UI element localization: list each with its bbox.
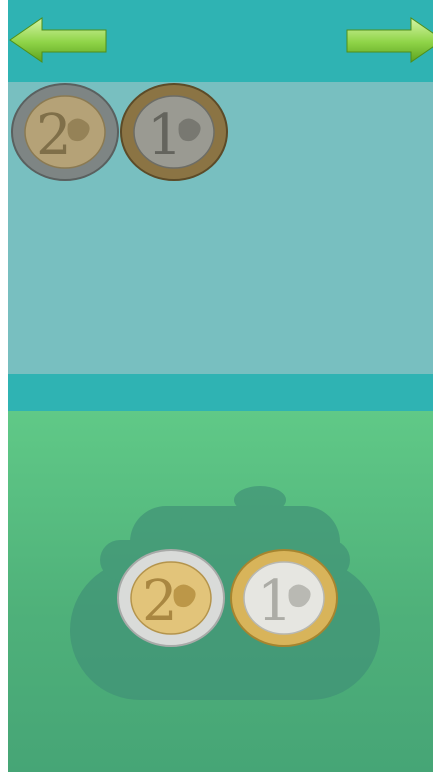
wallet-coin-2-euro[interactable]: 2 2 [116,548,226,652]
two-euro-coin-icon: 2 [117,549,225,647]
tray-coin-1-euro[interactable]: 1 1 [119,82,229,186]
tray-coin-2-euro[interactable]: 2 2 [10,82,120,186]
arrow-right-icon [346,17,433,63]
svg-text:1: 1 [257,569,293,634]
svg-text:2: 2 [36,103,72,168]
divider-band [8,374,433,411]
one-euro-coin-icon: 1 [120,83,228,181]
arrow-left-icon [9,17,107,63]
svg-text:1: 1 [147,103,183,168]
one-euro-coin-icon: 1 [230,549,338,647]
wallet-coin-1-euro[interactable]: 1 1 [229,548,339,652]
next-arrow-button[interactable] [345,14,433,66]
previous-arrow-button[interactable] [8,14,108,66]
left-edge [0,0,8,772]
svg-text:2: 2 [142,569,178,634]
two-euro-coin-icon: 2 [11,83,119,181]
